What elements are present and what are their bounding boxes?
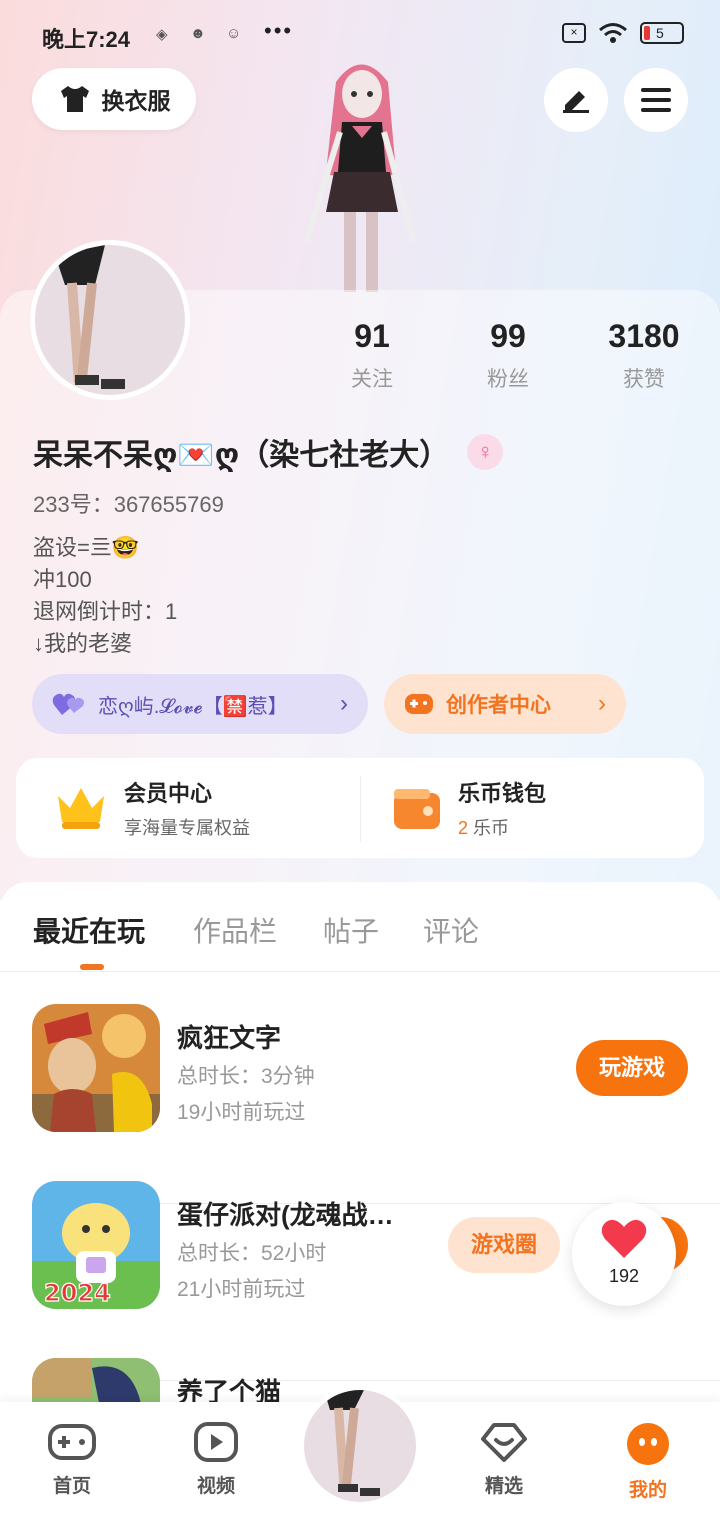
wifi-icon: [599, 23, 627, 43]
stat-likes[interactable]: 3180 获赞: [584, 318, 704, 393]
likes-count: 3180: [608, 318, 680, 354]
gamepad-icon: [405, 694, 433, 714]
game-title: 蛋仔派对(龙魂战…: [177, 1200, 394, 1230]
bio-line: 冲100: [33, 567, 92, 592]
edit-profile-button[interactable]: [544, 68, 608, 132]
game-title: 疯狂文字: [177, 1023, 282, 1053]
vip-center-title: 会员中心: [124, 781, 213, 806]
nav-video-label: 视频: [196, 1476, 235, 1497]
play-icon: [194, 1422, 238, 1462]
game-icon-badge: 2024: [44, 1279, 111, 1307]
nav-video[interactable]: 视频: [171, 1422, 261, 1498]
like-count: 192: [608, 1266, 640, 1286]
group-pill[interactable]: 恋ღ屿.𝓛𝓸𝓿𝓮【🈲惹】 ›: [32, 674, 368, 734]
game-last-played: 19小时前玩过: [177, 1101, 306, 1124]
profile-avatar[interactable]: [30, 240, 190, 400]
creator-center-button[interactable]: 创作者中心 ›: [384, 674, 626, 734]
heart-diamond-icon: [481, 1423, 527, 1462]
group-name: 恋ღ屿.𝓛𝓸𝓿𝓮【🈲惹】: [98, 695, 288, 718]
game-last-played: 21小时前玩过: [177, 1278, 306, 1301]
following-count: 91: [354, 318, 390, 354]
gamepad-icon: [48, 1424, 96, 1460]
app-notification-icon: ☻: [190, 25, 206, 42]
stat-following[interactable]: 91 关注: [312, 318, 432, 393]
bio-line: 退网倒计时：1: [33, 599, 178, 624]
shield-icon: ◈: [156, 26, 168, 43]
tshirt-icon: [60, 86, 89, 112]
heart-icon: [601, 1219, 647, 1258]
change-outfit-button[interactable]: 换衣服: [32, 68, 196, 130]
benefits-card: 会员中心 享海量专属权益 乐币钱包 2 乐币: [16, 758, 704, 858]
change-outfit-label: 换衣服: [101, 88, 171, 114]
floating-like-button[interactable]: 192: [572, 1202, 676, 1306]
nav-home-label: 首页: [52, 1476, 91, 1497]
game-duration: 总时长：52小时: [177, 1242, 327, 1265]
nav-avatar-button[interactable]: [300, 1386, 420, 1506]
nav-mine[interactable]: 我的: [603, 1422, 693, 1502]
character-avatar-illustration[interactable]: [296, 52, 426, 292]
tab-posts[interactable]: 帖子: [323, 910, 379, 950]
chevron-right-icon: ›: [598, 690, 606, 717]
content-tabs: 最近在玩 作品栏 帖子 评论: [0, 882, 720, 972]
tab-works[interactable]: 作品栏: [193, 910, 277, 950]
wallet-entry[interactable]: 乐币钱包 2 乐币: [392, 758, 546, 858]
tab-comments[interactable]: 评论: [423, 910, 479, 950]
play-game-button[interactable]: 玩游戏: [576, 1040, 688, 1096]
vip-center-entry[interactable]: 会员中心 享海量专属权益: [54, 758, 250, 858]
likes-label: 获赞: [623, 368, 665, 391]
nav-mine-label: 我的: [628, 1480, 667, 1501]
following-label: 关注: [351, 368, 393, 391]
hamburger-icon: [641, 88, 671, 112]
crown-icon: [58, 788, 104, 829]
fans-label: 粉丝: [487, 368, 529, 391]
nickname-text: 呆呆不呆ღ💌ღ（染七社老大）: [33, 439, 450, 472]
battery-icon: 5: [640, 22, 684, 44]
divider: [360, 776, 361, 842]
bio-line: 盗设=亖🤓: [33, 535, 140, 560]
stat-fans[interactable]: 99 粉丝: [448, 318, 568, 393]
profile-face-icon: [627, 1423, 669, 1465]
wallet-balance: 2 乐币: [458, 814, 546, 840]
wallet-icon: [394, 789, 440, 829]
game-icon[interactable]: 2024: [32, 1181, 160, 1309]
nav-home[interactable]: 首页: [27, 1422, 117, 1498]
female-gender-icon: ♀: [467, 434, 504, 470]
fans-count: 99: [490, 318, 526, 354]
bio-line: ↓我的老婆: [33, 631, 133, 656]
status-icons: × 5: [562, 22, 684, 44]
menu-button[interactable]: [624, 68, 688, 132]
more-notifications-icon: •••: [264, 18, 294, 43]
chevron-right-icon: ›: [340, 690, 348, 717]
wallet-amount: 2: [458, 818, 469, 838]
hearts-icon: [52, 693, 84, 715]
nav-featured-label: 精选: [484, 1476, 523, 1497]
sim-off-icon: ×: [562, 23, 586, 43]
game-row[interactable]: 疯狂文字 总时长：3分钟 19小时前玩过 玩游戏: [0, 1004, 720, 1204]
game-circle-button[interactable]: 游戏圈: [448, 1217, 560, 1273]
wallet-unit: 乐币: [473, 818, 510, 838]
battery-level: 5: [656, 25, 664, 41]
pencil-icon: [563, 91, 589, 113]
game-duration: 总时长：3分钟: [177, 1065, 315, 1088]
nav-featured[interactable]: 精选: [459, 1422, 549, 1498]
wallet-title: 乐币钱包: [458, 781, 547, 806]
user-id[interactable]: 233号：367655769: [33, 487, 224, 519]
vip-center-subtitle: 享海量专属权益: [124, 818, 250, 838]
nickname: 呆呆不呆ღ💌ღ（染七社老大） ♀: [33, 430, 504, 474]
creator-center-label: 创作者中心: [446, 694, 551, 717]
app-notification-icon: ☺: [226, 25, 242, 42]
tab-indicator: [80, 964, 104, 970]
tab-recently-played[interactable]: 最近在玩: [33, 910, 145, 950]
status-time: 晚上7:24: [42, 27, 131, 52]
game-icon[interactable]: [32, 1004, 160, 1132]
bio: 盗设=亖🤓 冲100 退网倒计时：1 ↓我的老婆: [33, 532, 177, 660]
